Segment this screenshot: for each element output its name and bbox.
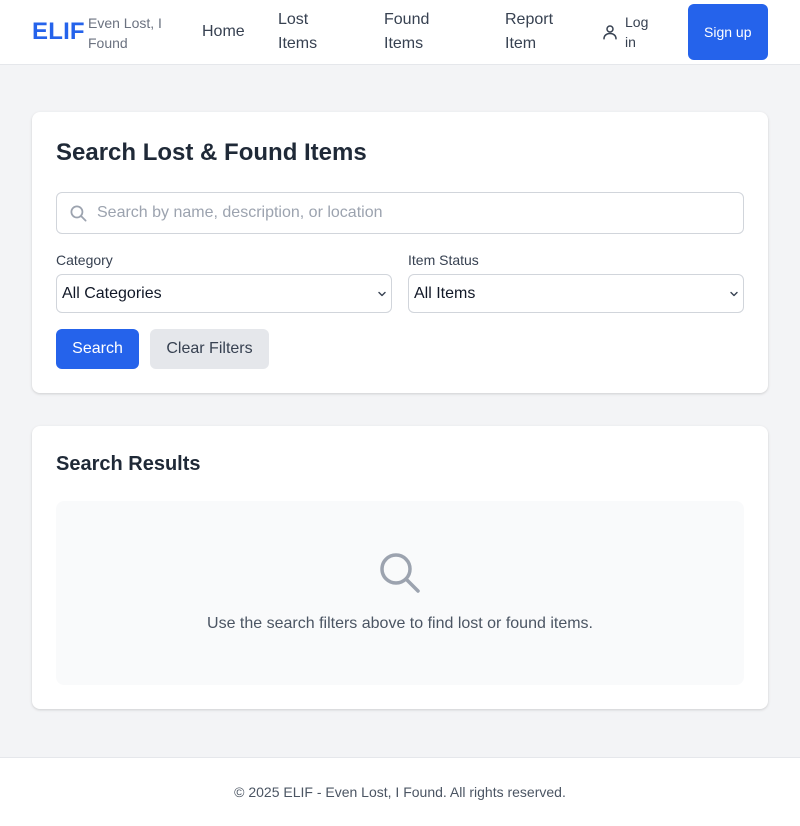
nav-lost-items[interactable]: Lost Items [278,8,348,56]
login-link[interactable]: Log in [601,12,655,52]
nav-report-item[interactable]: Report Item [505,8,575,56]
category-label: Category [56,252,113,268]
clear-filters-button[interactable]: Clear Filters [150,329,269,369]
search-title: Search Lost & Found Items [56,139,367,166]
search-icon [70,205,87,222]
footer-copyright: © 2025 ELIF - Even Lost, I Found. All ri… [234,784,566,800]
search-box[interactable] [56,192,744,234]
status-label: Item Status [408,252,479,268]
tagline: Even Lost, I Found [88,15,162,51]
search-icon [380,553,420,593]
site-header: ELIF Even Lost, I Found Home Lost Items … [0,0,800,65]
login-label: Log in [625,14,649,50]
search-panel: Search Lost & Found Items Category All C… [32,112,768,393]
user-icon [603,25,617,40]
chevron-down-icon [730,291,738,297]
status-select[interactable]: All Items [408,274,744,313]
category-select[interactable]: All Categories [56,274,392,313]
results-panel: Search Results Use the search filters ab… [32,426,768,709]
nav-found-items[interactable]: Found Items [384,8,454,56]
logo[interactable]: ELIF [32,18,85,46]
category-select-value: All Categories [62,285,162,302]
results-title: Search Results [56,453,201,475]
empty-message: Use the search filters above to find los… [207,615,593,632]
nav-home[interactable]: Home [202,20,245,44]
status-select-value: All Items [414,285,476,302]
site-footer: © 2025 ELIF - Even Lost, I Found. All ri… [0,757,800,826]
search-input[interactable] [97,193,737,233]
chevron-down-icon [378,291,386,297]
empty-state: Use the search filters above to find los… [56,501,744,685]
search-button[interactable]: Search [56,329,139,369]
signup-button[interactable]: Sign up [688,4,768,60]
